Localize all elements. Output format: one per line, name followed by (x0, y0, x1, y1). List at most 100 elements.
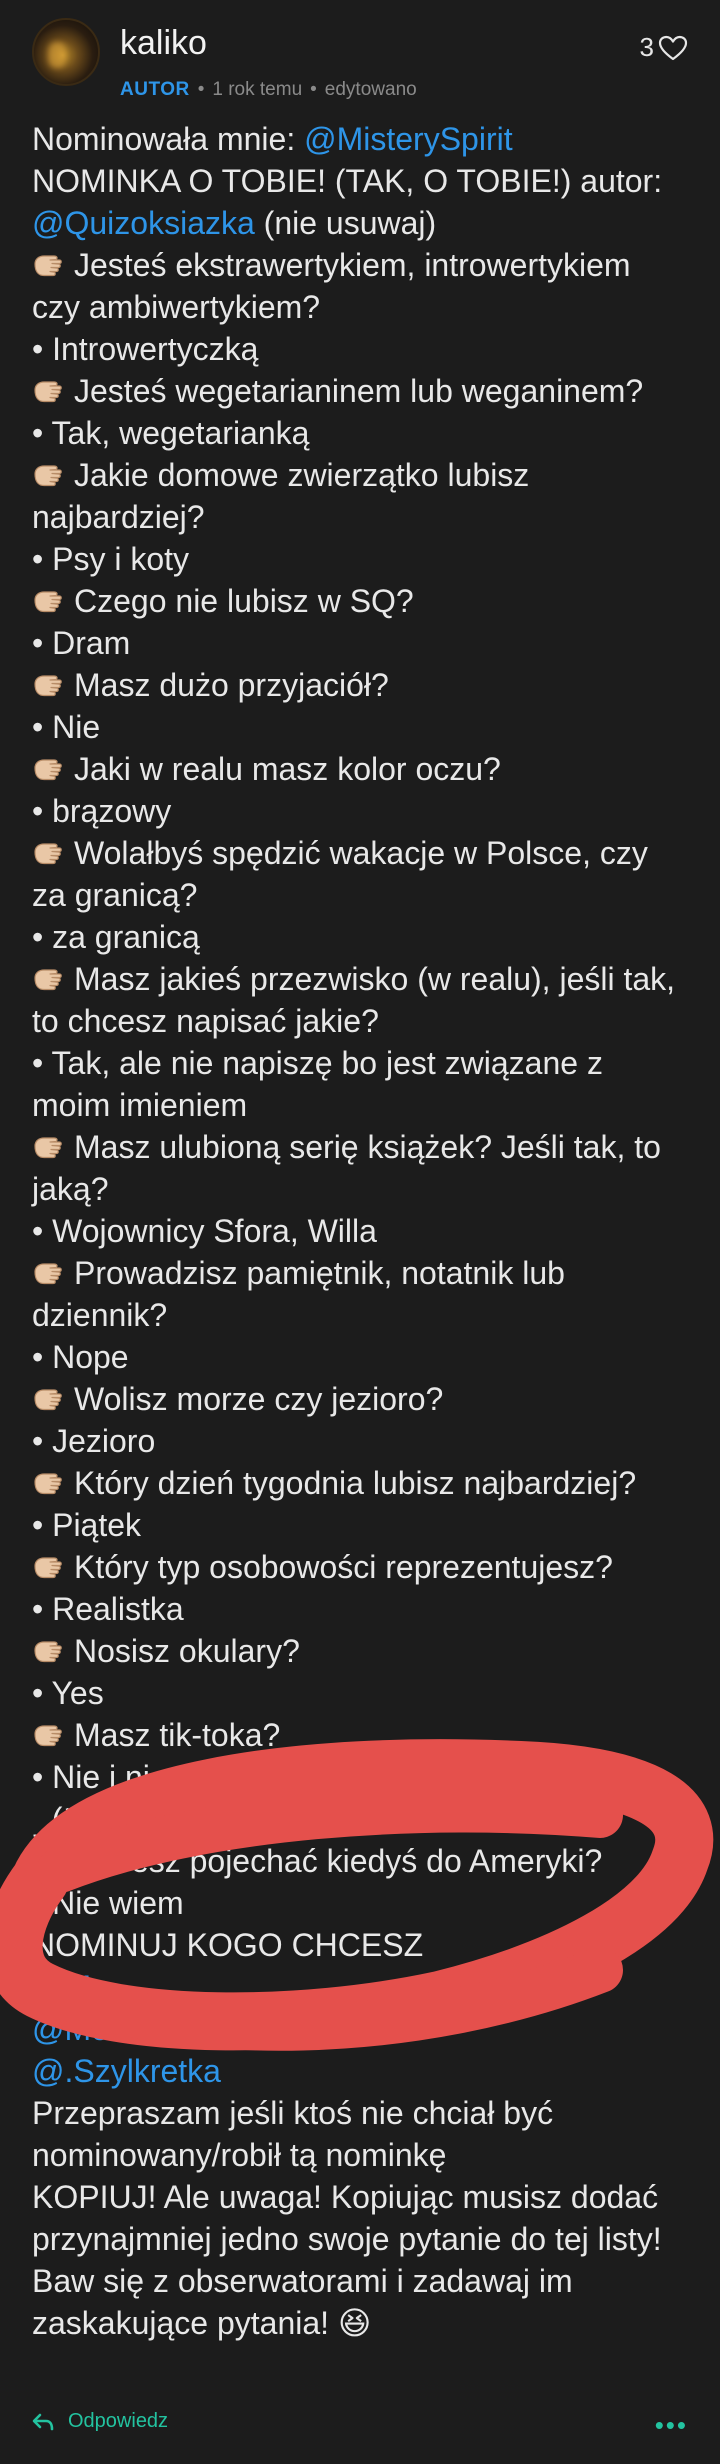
separator-dot: • (197, 79, 205, 100)
mention-link[interactable]: @.Szylkretka (32, 2053, 221, 2089)
answer-line: • Yes (32, 1675, 104, 1711)
closing-paragraph: Przepraszam jeśli ktoś nie chciał być no… (32, 2095, 554, 2173)
pointing-hand-icon (32, 1549, 74, 1585)
question-text: Jesteś wegetarianinem lub weganinem? (74, 373, 644, 409)
question-text: Wolisz morze czy jezioro? (74, 1381, 444, 1417)
like-button[interactable]: 3 (640, 32, 688, 63)
question-text: Masz ulubioną serię książek? Jeśli tak, … (32, 1129, 661, 1207)
question-line: Który typ osobowości reprezentujesz? (32, 1546, 682, 1588)
question-text: Masz jakieś przezwisko (w realu), jeśli … (32, 961, 676, 1039)
question-text: Wolałbyś spędzić wakacje w Polsce, czy z… (32, 835, 648, 913)
question-line: Nosisz okulary? (32, 1630, 682, 1672)
answer-line: • Tak, wegetarianką (32, 415, 310, 451)
comment-footer: Odpowiedz ••• (32, 2408, 688, 2444)
answer-line: • Piątek (32, 1507, 142, 1543)
pointing-hand-icon (32, 583, 74, 619)
question-text: Nosisz okulary? (74, 1633, 300, 1669)
title-line: NOMINKA O TOBIE! (TAK, O TOBIE!) autor: (32, 163, 663, 199)
question-text: Który typ osobowości reprezentujesz? (74, 1549, 613, 1585)
reply-label: Odpowiedz (68, 2410, 169, 2432)
question-text: Czego nie lubisz w SQ? (74, 583, 414, 619)
author-suffix: (nie usuwaj) (254, 205, 437, 241)
comment-body: Nominowała mnie: @MisterySpirit NOMINKA … (32, 118, 682, 2344)
closing-paragraph: KOPIUJ! Ale uwaga! Kopiując musisz dodać… (32, 2179, 662, 2341)
mention-line: @.Szylkretka (32, 2050, 682, 2092)
question-line: Chcesz pojechać kiedyś do Ameryki? (32, 1840, 682, 1882)
mention-link[interactable]: @M (32, 1969, 91, 2005)
answer-line: • Nie i ni (32, 1759, 150, 1795)
question-text: Prowadzisz pamiętnik, notatnik lub dzien… (32, 1255, 565, 1333)
question-line: Wolisz morze czy jezioro? (32, 1378, 682, 1420)
question-line: Jakie domowe zwierzątko lubisz najbardzi… (32, 454, 682, 538)
comment-header: kaliko AUTOR • 1 rok temu • edytowano 3 (32, 18, 688, 99)
answer-line: • brązowy (32, 793, 172, 829)
question-text: Masz tik-toka? (74, 1717, 281, 1753)
question-line: Który dzień tygodnia lubisz najbardziej? (32, 1462, 682, 1504)
question-line: Prowadzisz pamiętnik, notatnik lub dzien… (32, 1252, 682, 1336)
answer-line: • Introwertyczką (32, 331, 259, 367)
question-line: Wolałbyś spędzić wakacje w Polsce, czy z… (32, 832, 682, 916)
shrug-line: _(ツ)_/ (34, 1801, 132, 1837)
mention-link[interactable]: @MisterySpirit (304, 121, 513, 157)
question-line: Czego nie lubisz w SQ? (32, 580, 682, 622)
nominate-line: NOMINUJ KOGO CHCESZ (32, 1927, 424, 1963)
answer-line: • Dram (32, 625, 131, 661)
pointing-hand-icon (32, 961, 74, 997)
answer-line: • Nie (32, 709, 101, 745)
author-badge: AUTOR (120, 79, 190, 100)
pointing-hand-icon (32, 373, 74, 409)
answer-line: • Nope (32, 1339, 129, 1375)
pointing-hand-icon (32, 1129, 74, 1165)
pointing-hand-icon (32, 247, 74, 283)
mention-link[interactable]: @MoonCloud. (32, 2011, 237, 2047)
question-line: Masz dużo przyjaciół? (32, 664, 682, 706)
reply-button[interactable]: Odpowiedz (32, 2410, 168, 2433)
pointing-hand-icon (32, 1843, 74, 1879)
mention-link[interactable]: @Quizoksiazka (32, 205, 255, 241)
pointing-hand-icon (32, 667, 74, 703)
pointing-hand-icon (32, 1717, 74, 1753)
question-text: Chcesz pojechać kiedyś do Ameryki? (74, 1843, 603, 1879)
question-line: Masz tik-toka? (32, 1714, 682, 1756)
separator-dot: • (310, 79, 317, 100)
answer-line: • Wojownicy Sfora, Willa (32, 1213, 377, 1249)
more-options-button[interactable]: ••• (655, 2412, 688, 2438)
answer-line: • Psy i koty (32, 541, 190, 577)
qa-list: Jesteś ekstrawertykiem, introwertykiem c… (32, 244, 682, 1798)
mention-line: @M (32, 1966, 682, 2008)
mention-line: @MoonCloud. (32, 2008, 682, 2050)
pointing-hand-icon (32, 1633, 74, 1669)
answer-line: • Realistka (32, 1591, 184, 1627)
question-text: Jaki w realu masz kolor oczu? (74, 751, 501, 787)
comment-meta: AUTOR • 1 rok temu • edytowano (120, 80, 417, 99)
pointing-hand-icon (32, 751, 74, 787)
nominated-by-text: Nominowała mnie: (32, 121, 305, 157)
timestamp: 1 rok temu (212, 79, 303, 100)
author-line: @Quizoksiazka (nie usuwaj) (32, 202, 682, 244)
question-line: Masz ulubioną serię książek? Jeśli tak, … (32, 1126, 682, 1210)
username[interactable]: kaliko (120, 26, 207, 60)
question-line: Jesteś ekstrawertykiem, introwertykiem c… (32, 244, 682, 328)
answer-line: • Nie wiem (32, 1885, 184, 1921)
reply-arrow-icon (32, 2413, 54, 2430)
question-line: Jesteś wegetarianinem lub weganinem? (32, 370, 682, 412)
pointing-hand-icon (32, 835, 74, 871)
edited-label: edytowano (324, 79, 417, 100)
heart-icon (658, 35, 688, 60)
question-text: Jakie domowe zwierzątko lubisz najbardzi… (32, 457, 530, 535)
question-line: Jaki w realu masz kolor oczu? (32, 748, 682, 790)
question-text: Jesteś ekstrawertykiem, introwertykiem c… (32, 247, 631, 325)
like-count: 3 (639, 32, 654, 62)
question-text: Masz dużo przyjaciół? (74, 667, 389, 703)
pointing-hand-icon (32, 457, 74, 493)
nominated-by-line: Nominowała mnie: @MisterySpirit (32, 118, 682, 160)
question-line: Masz jakieś przezwisko (w realu), jeśli … (32, 958, 682, 1042)
avatar[interactable] (32, 18, 100, 86)
pointing-hand-icon (32, 1465, 74, 1501)
question-text: Który dzień tygodnia lubisz najbardziej? (74, 1465, 637, 1501)
answer-line: • Tak, ale nie napiszę bo jest związane … (32, 1045, 603, 1123)
answer-line: • Jezioro (32, 1423, 156, 1459)
pointing-hand-icon (32, 1381, 74, 1417)
answer-line: • za granicą (32, 919, 200, 955)
pointing-hand-icon (32, 1255, 74, 1291)
